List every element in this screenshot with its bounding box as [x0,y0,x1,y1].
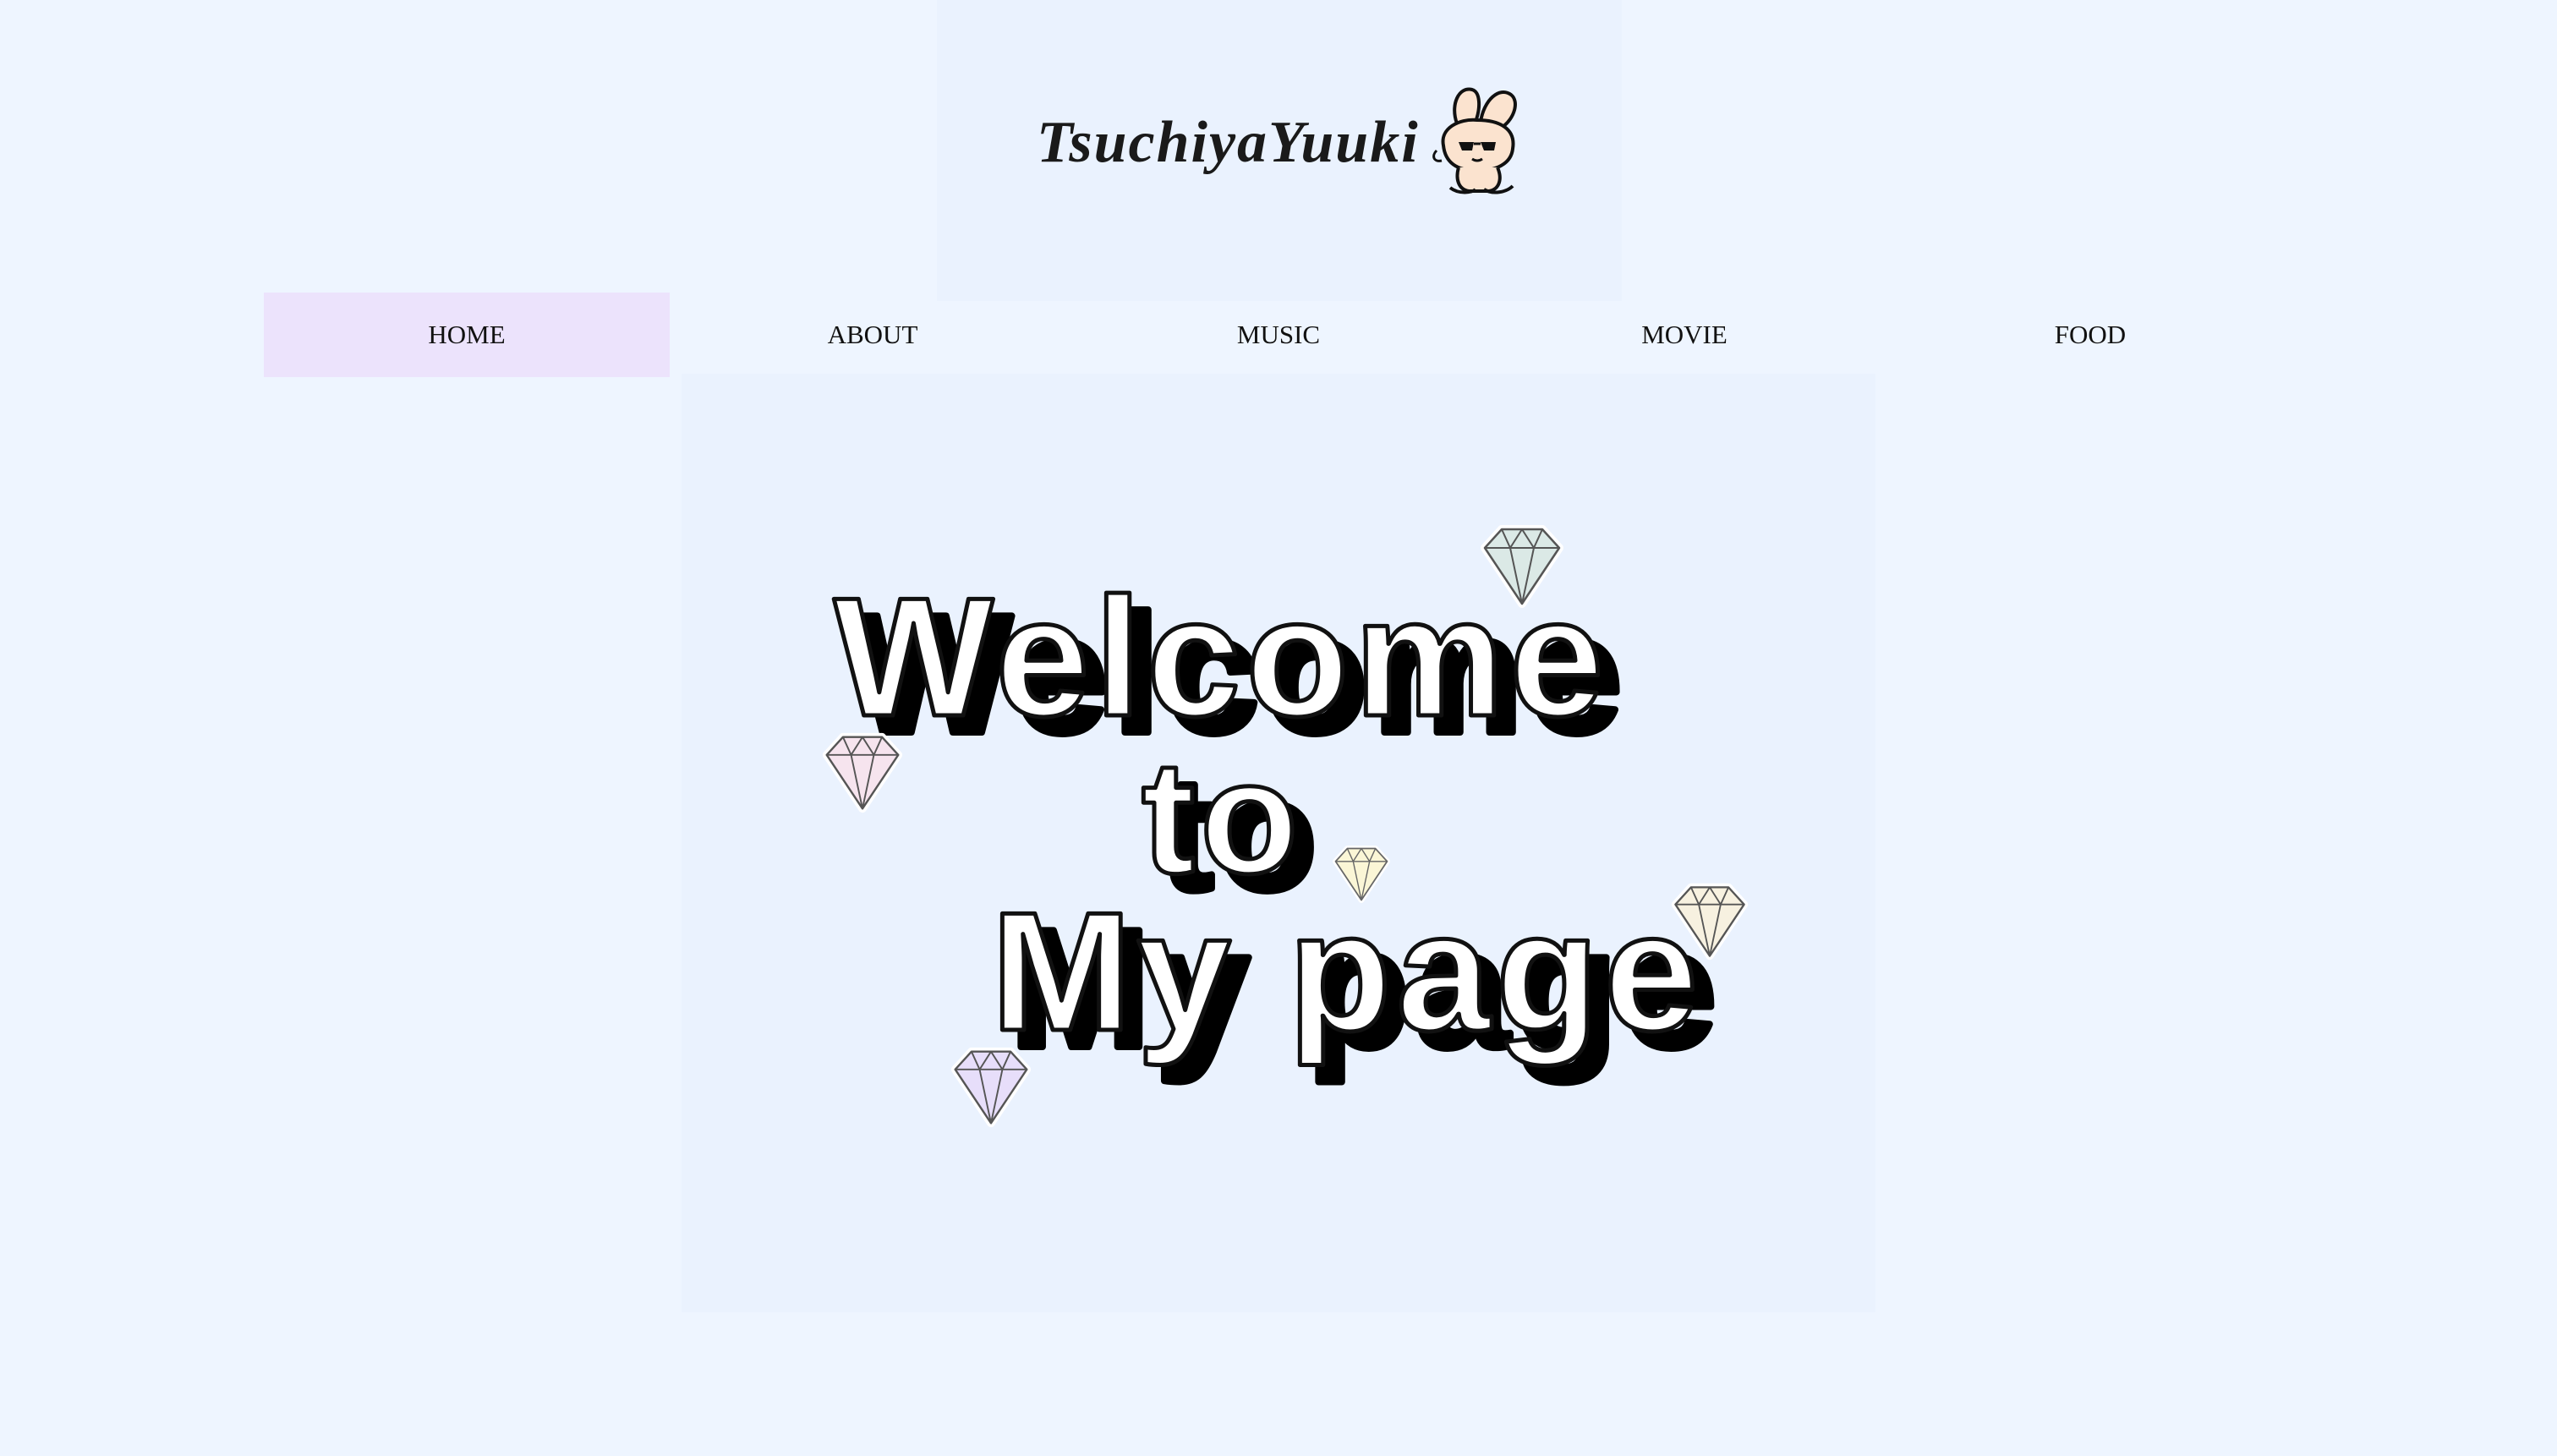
page: TsuchiyaYuuki HOME ABOUT MUSIC MOVIE FOO… [0,0,2557,1456]
nav-item-about[interactable]: ABOUT [670,293,1076,377]
diamond-icon-cream [1671,883,1749,961]
diamond-icon-green [1481,525,1563,608]
nav-item-home[interactable]: HOME [264,293,670,377]
site-logo[interactable]: TsuchiyaYuuki [1037,69,1530,196]
nav-item-food[interactable]: FOOD [1887,293,2293,377]
bunny-mascot-icon [1432,87,1517,194]
hero-panel [682,374,1875,1312]
nav-item-music[interactable]: MUSIC [1076,293,1481,377]
logo-text: TsuchiyaYuuki [1037,110,1420,175]
main-nav: HOME ABOUT MUSIC MOVIE FOOD [264,293,2293,377]
diamond-icon-pink [822,732,903,813]
diamond-icon-yellow [1333,846,1390,903]
diamond-icon-purple [950,1047,1032,1128]
nav-item-movie[interactable]: MOVIE [1481,293,1887,377]
